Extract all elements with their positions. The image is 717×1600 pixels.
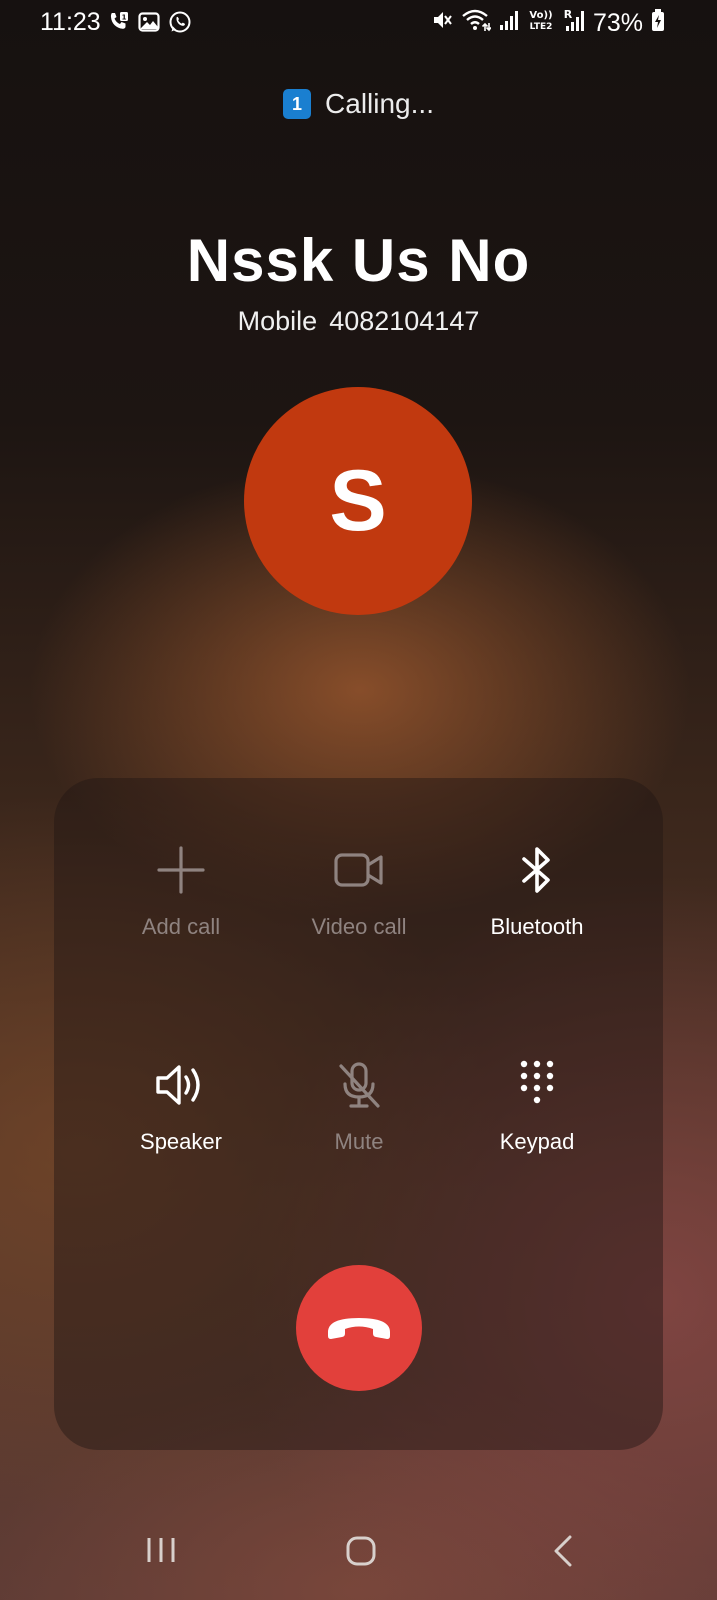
number-type: Mobile (237, 306, 318, 336)
recents-icon (146, 1538, 176, 1569)
sim-badge: 1 (283, 89, 312, 119)
signal-icon (499, 9, 519, 38)
mute-button[interactable]: Mute (269, 1057, 449, 1155)
back-icon (552, 1535, 574, 1571)
battery-percent: 73% (592, 9, 643, 37)
home-icon (345, 1536, 377, 1571)
speaker-button[interactable]: Speaker (91, 1057, 271, 1155)
add-call-label: Add call (141, 914, 221, 939)
signal-roaming-icon: R (563, 8, 585, 39)
volte-icon: Vo)) LTE2 (527, 8, 555, 39)
missed-call-icon: 1 (106, 10, 130, 39)
speaker-label: Speaker (140, 1129, 222, 1154)
svg-text:Vo)): Vo)) (529, 10, 552, 21)
phone-number: 4082104147 (329, 306, 480, 336)
status-right-icons: Vo)) LTE2 R 73% (431, 8, 665, 39)
video-call-button[interactable]: Video call (269, 842, 449, 940)
keypad-label: Keypad (499, 1129, 575, 1154)
gallery-icon (138, 11, 160, 38)
calling-status: Calling... (325, 88, 434, 119)
add-icon (156, 845, 206, 900)
contact-name: Nssk Us No (186, 227, 531, 294)
nav-home-button[interactable] (345, 1535, 377, 1572)
svg-text:1: 1 (122, 14, 127, 22)
calling-status-row: 1 Calling... (0, 88, 717, 120)
speaker-icon (154, 1063, 208, 1112)
svg-text:R: R (564, 8, 573, 21)
add-call-button[interactable]: Add call (91, 842, 271, 940)
battery-icon (651, 8, 665, 39)
mute-icon (431, 9, 453, 38)
hang-up-icon (324, 1312, 394, 1345)
bluetooth-label: Bluetooth (490, 914, 584, 939)
keypad-icon (517, 1059, 557, 1116)
bluetooth-button[interactable]: Bluetooth (447, 842, 627, 940)
video-call-label: Video call (311, 914, 407, 939)
whatsapp-icon (168, 10, 192, 39)
nav-recents-button[interactable] (146, 1535, 176, 1570)
mute-label: Mute (334, 1129, 384, 1154)
video-camera-icon (333, 850, 385, 895)
bluetooth-icon (517, 844, 557, 901)
status-left-icons: 1 (106, 10, 192, 39)
keypad-button[interactable]: Keypad (447, 1057, 627, 1155)
wifi-icon (461, 8, 492, 39)
contact-number-row: Mobile 4082104147 (0, 306, 717, 337)
nav-back-button[interactable] (552, 1535, 574, 1572)
status-time: 11:23 (40, 8, 101, 36)
end-call-button[interactable] (296, 1265, 422, 1391)
contact-avatar: S (244, 387, 472, 615)
svg-text:LTE2: LTE2 (530, 22, 553, 32)
mic-off-icon (334, 1060, 384, 1115)
